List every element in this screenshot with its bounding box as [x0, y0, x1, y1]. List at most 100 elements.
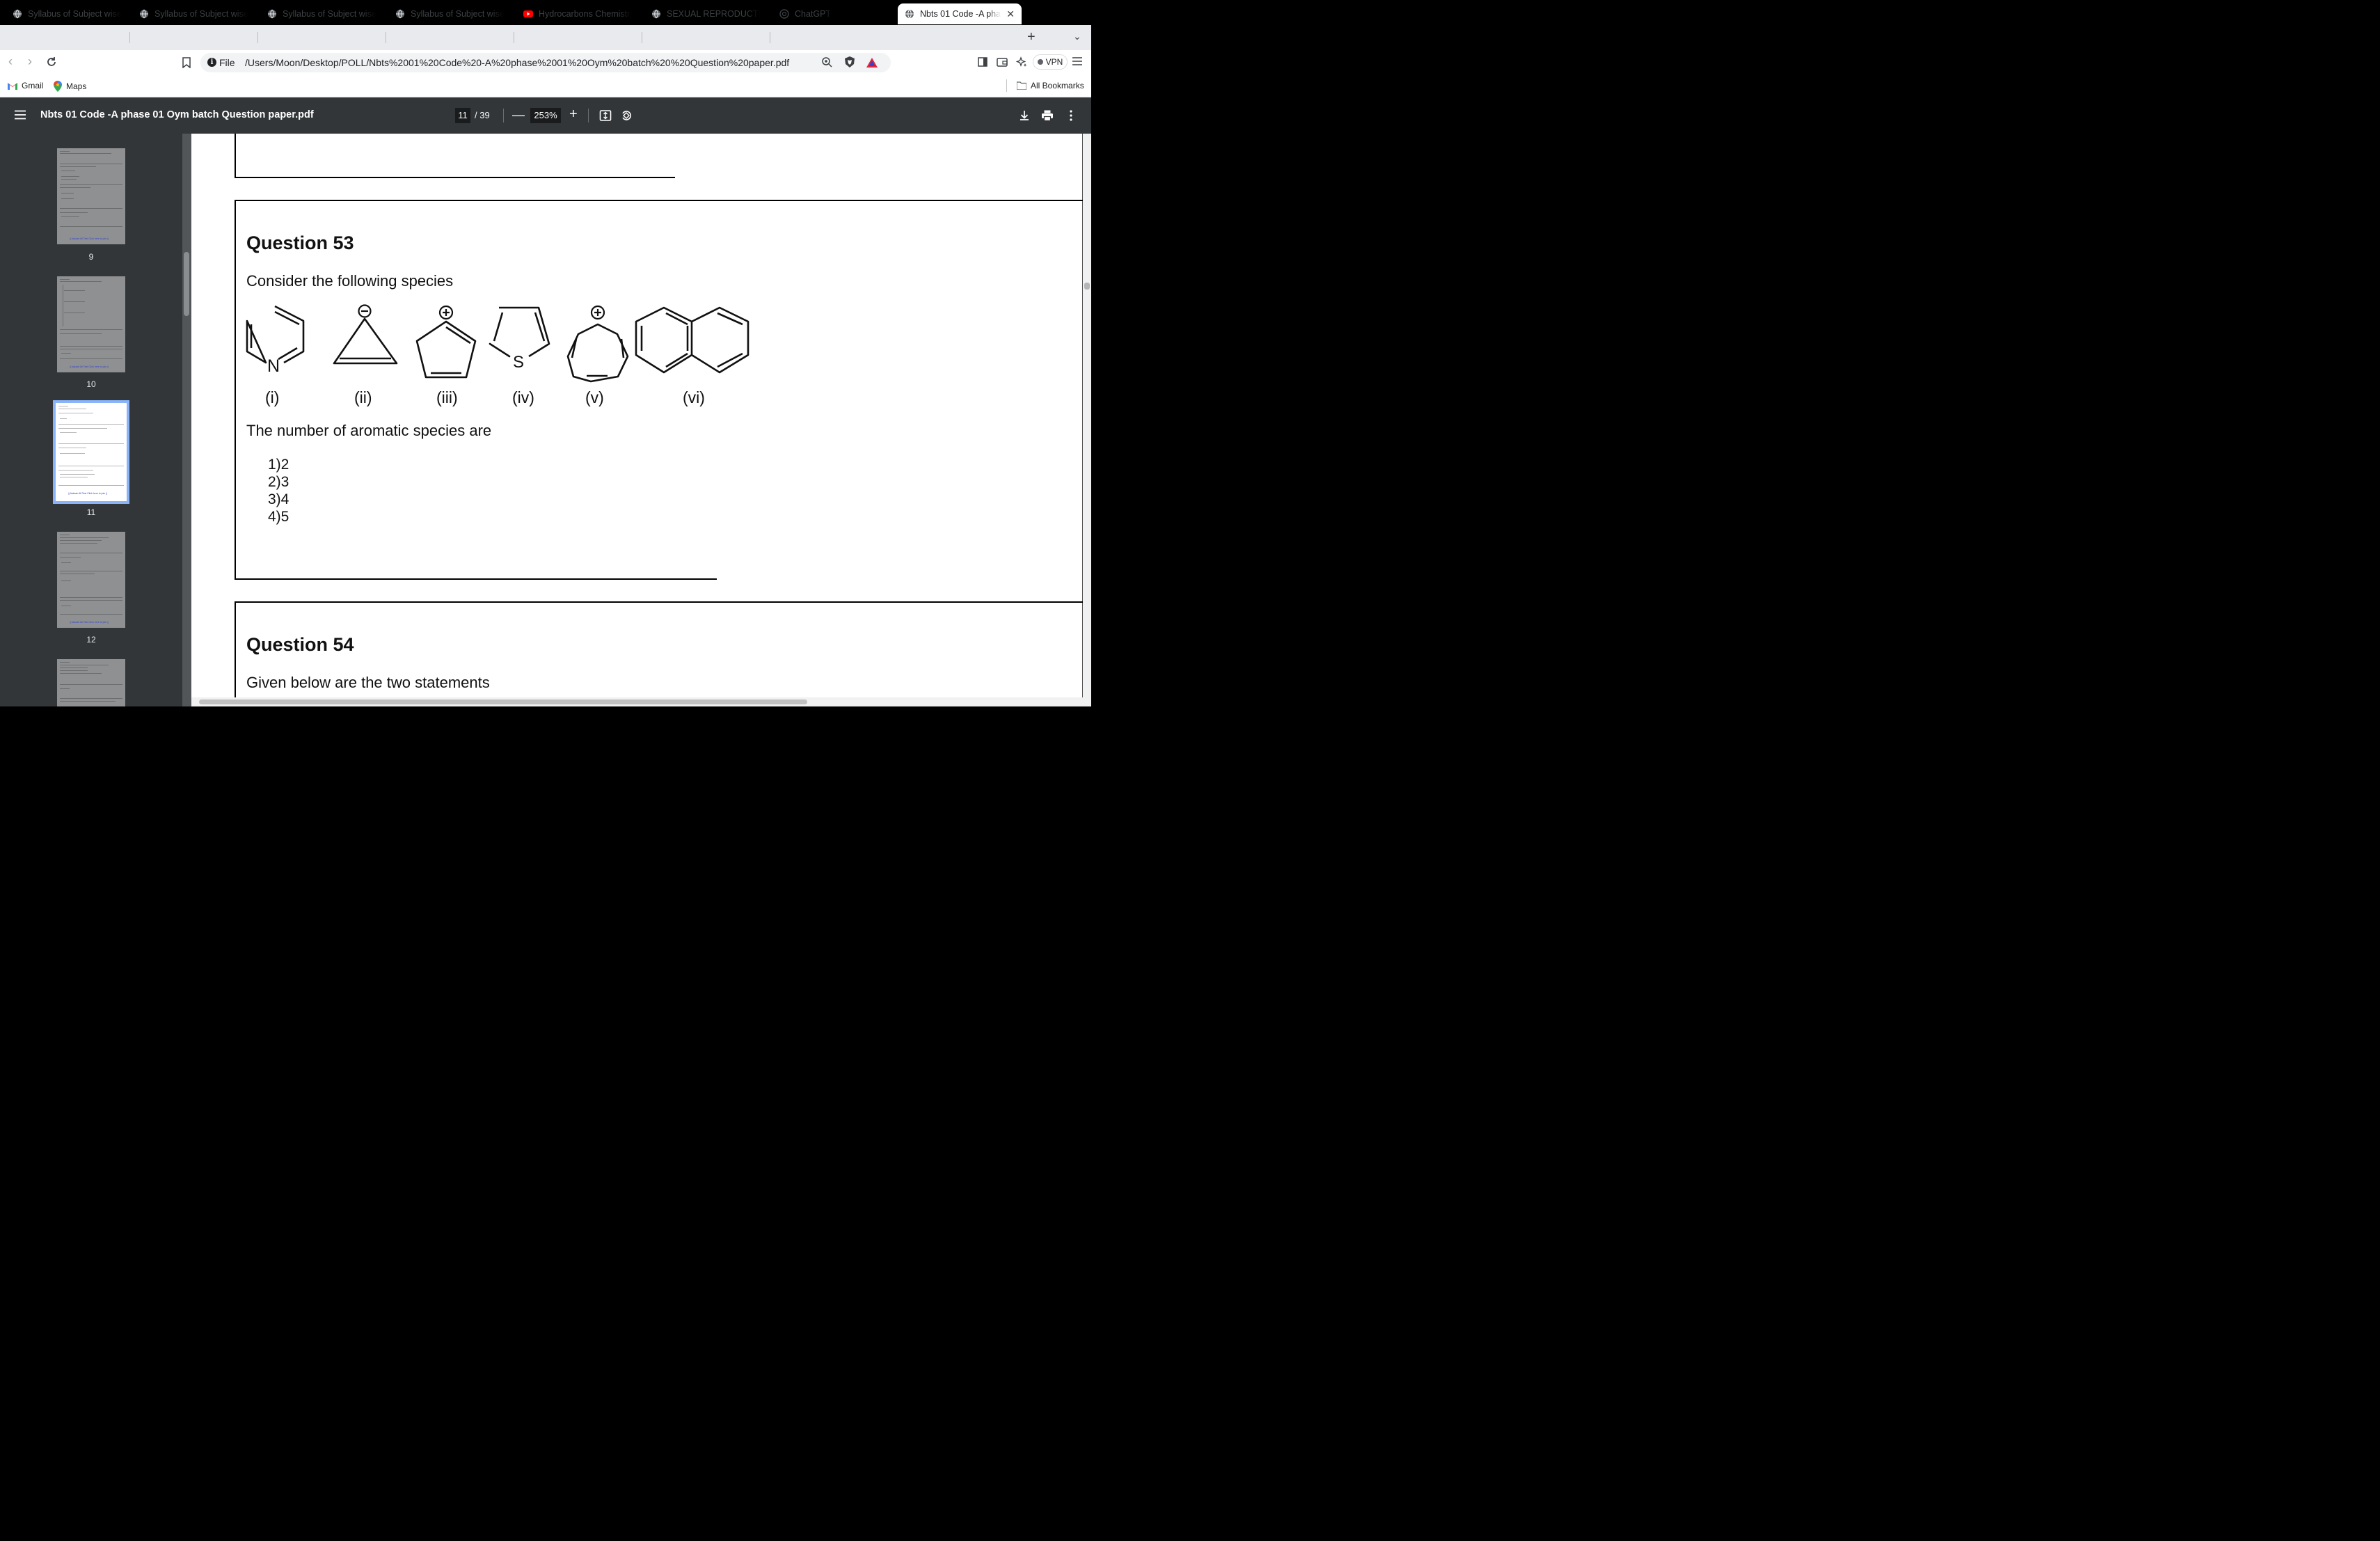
tab-syllabus-2[interactable]: Syllabus of Subject wise P [132, 3, 255, 24]
all-bookmarks-button[interactable]: All Bookmarks [1017, 81, 1084, 90]
option-2: 2)3 [268, 474, 289, 490]
maps-icon [54, 81, 62, 92]
question-53-text: The number of aromatic species are [246, 422, 492, 439]
globe-icon [268, 9, 276, 19]
tab-syllabus-4[interactable]: Syllabus of Subject wise P [388, 3, 511, 24]
cyclopropenyl-anion-structure [333, 304, 398, 365]
tab-syllabus-1[interactable]: Syllabus of Subject wise P [6, 3, 128, 24]
brave-shields-icon[interactable] [843, 56, 856, 68]
thumbnail-page-number: 11 [86, 507, 96, 517]
species-label: (iv) [512, 388, 534, 406]
thumbnail-page-number: 9 [88, 252, 94, 262]
globe-icon [140, 9, 148, 19]
option-1: 1)2 [268, 457, 289, 473]
bookmark-gmail[interactable]: Gmail [8, 81, 43, 90]
globe-icon [396, 9, 404, 19]
species-label: (i) [265, 388, 280, 406]
zoom-in-button[interactable]: + [569, 106, 578, 123]
question-54-prompt: Given below are the two statements [246, 674, 490, 691]
species-structures: N S [246, 304, 749, 383]
tab-hydrocarbons[interactable]: Hydrocarbons Chemistry C [516, 3, 639, 24]
question-box-border [235, 200, 1083, 201]
thumbnail-page-number: 10 [86, 379, 96, 389]
thumbnail-page-11[interactable]: || Aakash All Test Click here to join || [53, 400, 129, 504]
pdf-title: Nbts 01 Code -A phase 01 Oym batch Quest… [40, 109, 314, 120]
question-54-title: Question 54 [246, 634, 354, 655]
tab-search-chevron-icon[interactable]: ⌄ [1073, 31, 1081, 42]
omnibox-url[interactable]: /Users/Moon/Desktop/POLL/Nbts%2001%20Cod… [245, 57, 789, 68]
toolbar-divider [588, 109, 589, 123]
globe-icon [905, 9, 914, 19]
fit-page-icon[interactable] [599, 109, 612, 122]
sulfur-label: S [513, 353, 524, 372]
bookmark-label: Gmail [22, 81, 44, 90]
question-box-border [235, 601, 236, 697]
thumb-footer-link: || Aakash All Test Click here to join || [70, 237, 109, 240]
rotate-icon[interactable] [620, 109, 633, 122]
gmail-icon [8, 82, 17, 90]
tab-label: Syllabus of Subject wise P [28, 9, 121, 19]
brave-rewards-icon[interactable] [866, 56, 878, 69]
thumb-footer-link: || Aakash All Test Click here to join || [68, 492, 107, 495]
info-icon[interactable]: i [207, 58, 216, 67]
thiophene-structure: S [489, 306, 550, 372]
more-options-icon[interactable] [1065, 109, 1077, 122]
species-label: (vi) [683, 388, 705, 406]
question-box-border [235, 134, 236, 178]
forward-button[interactable]: › [28, 54, 32, 69]
tab-chatgpt[interactable]: ChatGPT [772, 3, 895, 24]
leo-ai-icon[interactable] [1016, 56, 1027, 68]
question-box-border [235, 601, 1083, 603]
zoom-level-input[interactable]: 253% [530, 108, 561, 123]
folder-icon [1017, 81, 1026, 90]
tab-syllabus-3[interactable]: Syllabus of Subject wise P [260, 3, 383, 24]
tab-separator [129, 32, 130, 43]
bookmarks-bar [0, 75, 1091, 97]
toolbar-divider [503, 109, 504, 123]
nitrogen-label: N [267, 356, 280, 376]
page-number-input[interactable]: 11 [455, 108, 470, 123]
horizontal-scrollbar[interactable] [199, 700, 807, 704]
question-53-prompt: Consider the following species [246, 272, 454, 290]
reload-icon[interactable] [46, 56, 57, 68]
thumb-footer-link: || Aakash All Test Click here to join || [70, 621, 109, 624]
option-3: 3)4 [268, 491, 289, 507]
back-button[interactable]: ‹ [8, 54, 13, 69]
globe-icon [13, 9, 22, 19]
zoom-icon[interactable] [821, 56, 832, 68]
thumbnail-page-number: 12 [86, 635, 96, 645]
thumbnail-page-9[interactable]: || Aakash All Test Click here to join || [57, 148, 125, 244]
bookmark-icon[interactable] [181, 57, 192, 68]
thumbnail-page-13[interactable] [57, 659, 125, 706]
vpn-button[interactable]: VPN [1033, 54, 1068, 70]
zoom-out-button[interactable]: — [512, 108, 525, 123]
tab-label: SEXUAL REPRODUCTION [667, 9, 760, 19]
wallet-icon[interactable] [997, 56, 1008, 68]
species-label: (ii) [354, 388, 372, 406]
thumb-footer-link: || Aakash All Test Click here to join || [70, 365, 109, 368]
question-box-border [235, 200, 236, 580]
download-icon[interactable] [1018, 109, 1031, 122]
close-tab-icon[interactable]: ✕ [1006, 8, 1015, 20]
bookmark-label: Maps [66, 81, 87, 91]
sidebar-toggle-icon[interactable] [977, 56, 988, 68]
tab-label: Nbts 01 Code -A phase [920, 9, 1001, 19]
print-icon[interactable] [1041, 109, 1054, 122]
thumbnail-page-10[interactable]: || Aakash All Test Click here to join || [57, 276, 125, 372]
pyridine-structure: N [246, 305, 305, 376]
cyclopentadienyl-cation-structure [415, 305, 477, 379]
bookmark-maps[interactable]: Maps [54, 81, 86, 92]
tab-label: Syllabus of Subject wise P [283, 9, 376, 19]
tab-nbts-pdf[interactable]: Nbts 01 Code -A phase ✕ [898, 3, 1022, 24]
tab-separator [257, 32, 258, 43]
page-vertical-scrollbar[interactable] [1084, 283, 1090, 290]
sidebar-menu-icon[interactable] [14, 110, 26, 120]
naphthalene-structure [635, 306, 749, 374]
menu-icon[interactable] [1072, 56, 1083, 66]
sidebar-scrollbar[interactable] [184, 252, 189, 316]
species-label: (v) [585, 388, 604, 406]
omnibox-scheme-label: File [219, 57, 235, 68]
thumbnail-page-12[interactable]: || Aakash All Test Click here to join || [57, 532, 125, 628]
new-tab-button[interactable]: + [1027, 29, 1036, 45]
tab-sexual-reproduction[interactable]: SEXUAL REPRODUCTION [644, 3, 767, 24]
